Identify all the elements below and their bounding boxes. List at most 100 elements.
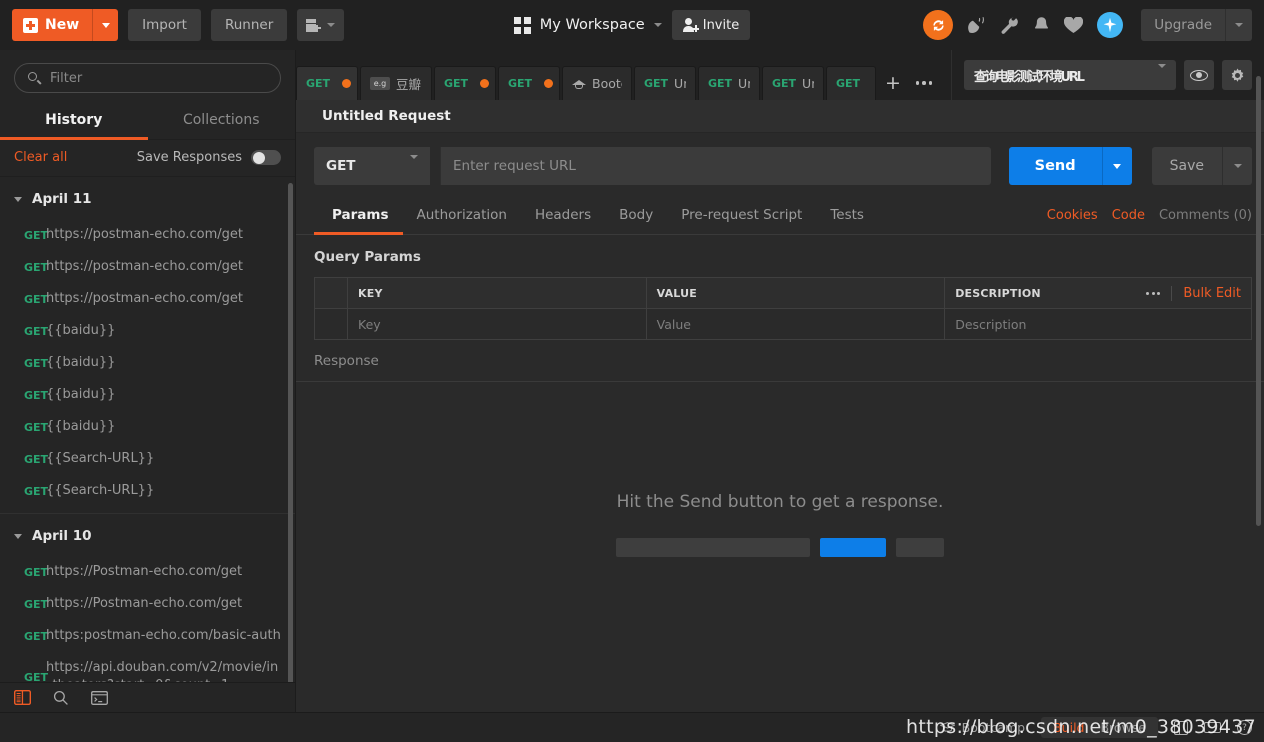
request-tab[interactable]: GET Untitl: [762, 66, 824, 100]
tab-body[interactable]: Body: [605, 207, 667, 234]
request-tab[interactable]: GET Untitl: [634, 66, 696, 100]
request-tab-method: GET: [772, 77, 797, 90]
history-group-header[interactable]: April 11: [0, 177, 295, 219]
history-item[interactable]: GET {{Search-URL}}: [0, 475, 295, 507]
table-row[interactable]: Key Value Description: [315, 309, 1251, 340]
more-tabs-button[interactable]: [908, 66, 940, 100]
key-input[interactable]: Key: [348, 309, 647, 339]
cookies-link[interactable]: Cookies: [1047, 208, 1098, 223]
clear-all-button[interactable]: Clear all: [14, 150, 67, 165]
row-checkbox-cell[interactable]: [315, 309, 348, 339]
new-button-main[interactable]: New: [12, 9, 92, 41]
upgrade-dropdown[interactable]: [1226, 23, 1252, 27]
history-group-header[interactable]: April 10: [0, 514, 295, 556]
wrench-button[interactable]: [1000, 16, 1019, 35]
tab-tests[interactable]: Tests: [816, 207, 878, 234]
build-button[interactable]: Build: [1053, 720, 1084, 735]
help-icon[interactable]: ?: [1237, 720, 1252, 735]
save-options-button[interactable]: [1222, 147, 1252, 185]
request-url-placeholder: Enter request URL: [453, 158, 576, 174]
new-collection-button[interactable]: [297, 9, 345, 41]
value-input-placeholder: Value: [656, 316, 691, 332]
workspace-selector[interactable]: My Workspace: [513, 16, 662, 34]
satellite-dish-icon: [968, 16, 985, 33]
history-item-url: {{Search-URL}}: [46, 451, 155, 466]
history-item[interactable]: GET {{baidu}}: [0, 411, 295, 443]
upgrade-button[interactable]: Upgrade: [1141, 9, 1252, 41]
sidebar-tab-collections[interactable]: Collections: [148, 103, 296, 139]
code-link[interactable]: Code: [1112, 208, 1145, 223]
tab-authorization-label: Authorization: [416, 207, 507, 223]
settings-button[interactable]: [1222, 60, 1252, 90]
invite-button[interactable]: Invite: [671, 10, 751, 40]
request-links: Cookies Code Comments (0): [1047, 208, 1252, 234]
tab-headers[interactable]: Headers: [521, 207, 605, 234]
sidebar-toggle-icon[interactable]: [14, 690, 31, 705]
new-button-dropdown[interactable]: [92, 9, 118, 41]
comments-link[interactable]: Comments (0): [1159, 208, 1252, 223]
satellite-dish-button[interactable]: [967, 16, 986, 35]
history-item[interactable]: GET {{baidu}}: [0, 379, 295, 411]
request-tab-title: Untitl: [738, 76, 750, 91]
request-tab[interactable]: GET Untitl: [698, 66, 760, 100]
request-section-tabs: Params Authorization Headers Body Pre-re…: [296, 197, 1264, 235]
sidebar-scrollbar[interactable]: [288, 183, 293, 682]
request-tab-title: Bootc: [592, 76, 622, 91]
select-all-cell[interactable]: [315, 278, 348, 308]
history-item[interactable]: GET {{baidu}}: [0, 347, 295, 379]
value-input[interactable]: Value: [647, 309, 946, 339]
request-tab[interactable]: GET{{l: [498, 66, 560, 100]
history-item[interactable]: GET https://postman-echo.com/get: [0, 251, 295, 283]
send-options-button[interactable]: [1101, 147, 1132, 185]
chevron-down-icon: [101, 22, 110, 28]
import-button[interactable]: Import: [128, 9, 201, 41]
environment-quick-look-button[interactable]: [1184, 60, 1214, 90]
request-tab[interactable]: e.g 豆瓣电: [360, 66, 432, 100]
bootcamp-button[interactable]: Bootcamp: [939, 720, 1025, 735]
browse-button[interactable]: Browse: [1100, 720, 1146, 735]
table-header-actions: Bulk Edit: [1146, 285, 1241, 301]
history-item[interactable]: GET https://Postman-echo.com/get: [0, 556, 295, 588]
save-button[interactable]: Save: [1151, 147, 1222, 185]
search-icon[interactable]: [53, 690, 69, 706]
favorites-button[interactable]: [1064, 16, 1084, 34]
http-method-selector[interactable]: GET: [314, 147, 430, 185]
save-responses-label: Save Responses: [136, 150, 242, 165]
history-item[interactable]: GET https://postman-echo.com/get: [0, 219, 295, 251]
whats-new-button[interactable]: [1097, 12, 1124, 38]
request-tab[interactable]: GETht: [434, 66, 496, 100]
keyboard-icon[interactable]: [1204, 722, 1221, 733]
history-list[interactable]: April 11 GET https://postman-echo.com/get G…: [0, 177, 295, 682]
ellipsis-icon[interactable]: [1146, 291, 1161, 295]
new-button[interactable]: New: [12, 9, 119, 41]
history-item[interactable]: GEThttps://api.douban.com/v2/movie/in_th…: [0, 652, 295, 682]
sync-button[interactable]: [923, 10, 954, 40]
tab-authorization[interactable]: Authorization: [403, 207, 521, 234]
request-tab[interactable]: GET豆: [296, 66, 358, 100]
tab-pre-request-script[interactable]: Pre-request Script: [667, 207, 816, 234]
add-tab-button[interactable]: +: [878, 66, 908, 100]
console-icon[interactable]: [91, 690, 108, 705]
notifications-button[interactable]: [1033, 16, 1050, 34]
bulk-edit-link[interactable]: Bulk Edit: [1183, 286, 1241, 301]
search-input[interactable]: Filter: [14, 63, 281, 93]
request-tab[interactable]: GETht: [826, 66, 876, 100]
history-item[interactable]: GET https://Postman-echo.com/get: [0, 588, 295, 620]
environment-selector[interactable]: 查询电影测试环境URL: [964, 60, 1176, 90]
history-item[interactable]: GET https://postman-echo.com/get: [0, 283, 295, 315]
main-scrollbar[interactable]: [1256, 76, 1261, 526]
top-toolbar-right: Upgrade: [923, 9, 1252, 41]
request-tab[interactable]: Bootc: [562, 66, 632, 100]
history-item-method: GET: [24, 565, 49, 579]
request-url-input[interactable]: Enter request URL: [440, 147, 991, 185]
send-button[interactable]: Send: [1008, 147, 1102, 185]
runner-button[interactable]: Runner: [210, 9, 288, 41]
description-input[interactable]: Description: [945, 309, 1251, 339]
two-pane-icon[interactable]: [1174, 720, 1188, 735]
save-responses-toggle[interactable]: [251, 150, 281, 165]
history-item[interactable]: GET {{Search-URL}}: [0, 443, 295, 475]
sidebar-tab-history[interactable]: History: [0, 103, 148, 140]
history-item[interactable]: GET https:postman-echo.com/basic-auth: [0, 620, 295, 652]
tab-params[interactable]: Params: [314, 207, 403, 235]
history-item[interactable]: GET {{baidu}}: [0, 315, 295, 347]
